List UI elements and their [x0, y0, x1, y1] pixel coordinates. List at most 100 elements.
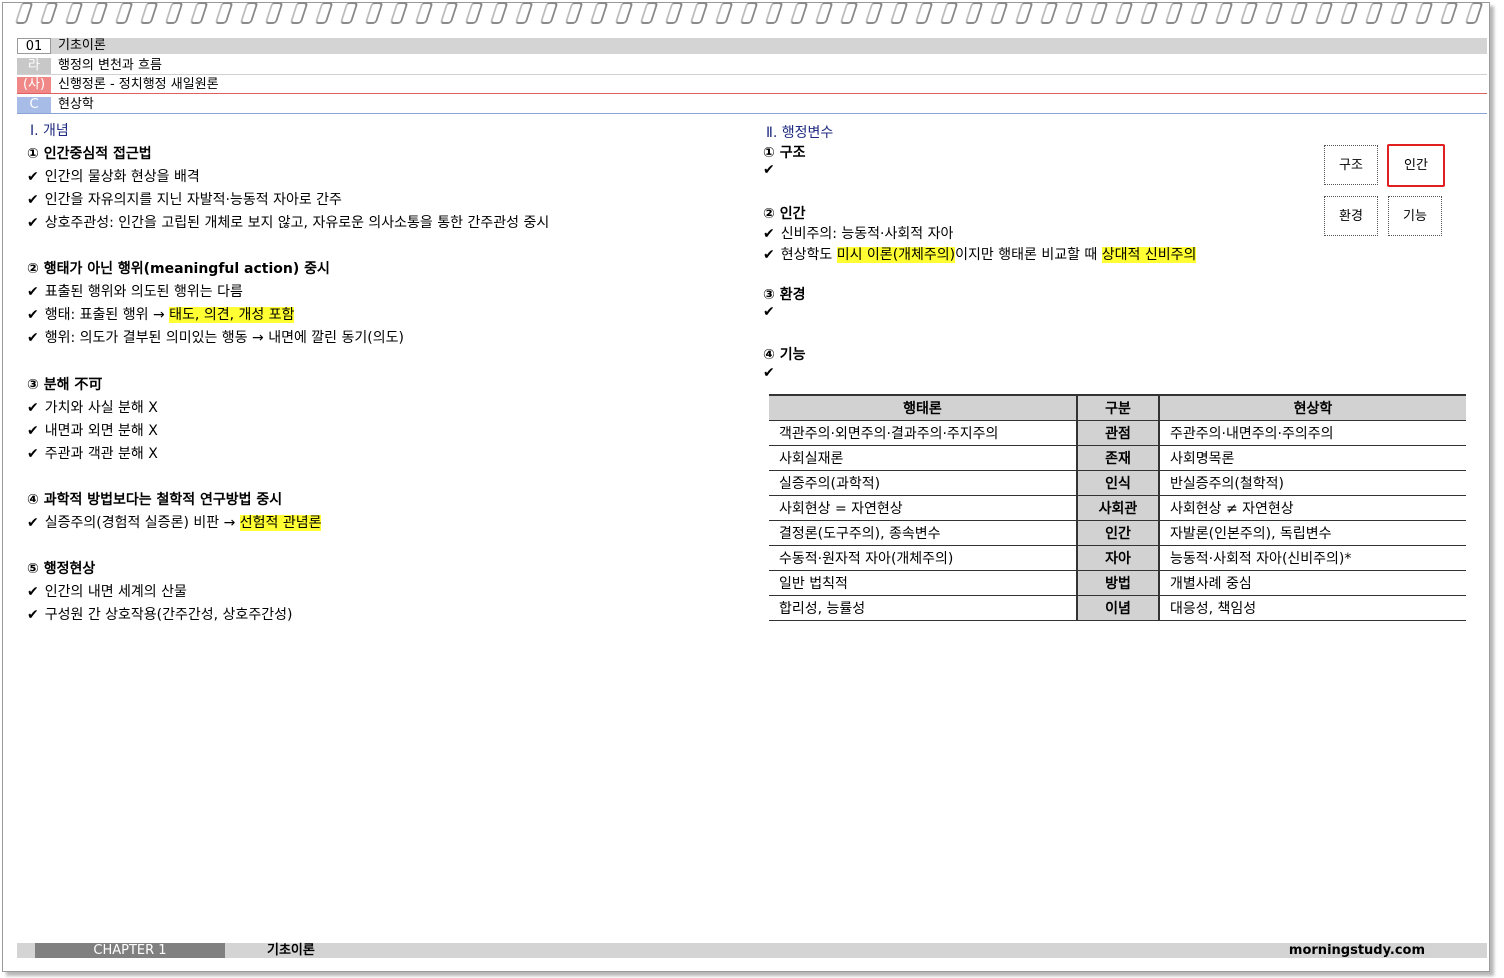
spiral-ring: [514, 2, 534, 24]
table-cell: 인간: [1076, 520, 1160, 546]
spiral-ring: [489, 2, 509, 24]
table-cell: 인식: [1076, 470, 1160, 496]
chapter-title: 기초이론: [58, 38, 106, 53]
header-row-topic: C 현상학: [17, 97, 1487, 114]
table-cell: 관점: [1076, 420, 1160, 446]
spiral-ring: [1314, 2, 1334, 24]
list-item: ✔ 인간의 물상화 현상을 배격: [27, 169, 200, 185]
spiral-ring: [1064, 2, 1084, 24]
header-row-section: (사) 신행정론 - 정치행정 새일원론: [17, 77, 1487, 94]
spiral-ring: [189, 2, 209, 24]
spiral-ring: [1014, 2, 1034, 24]
table-row: 일반 법칙적 방법 개별사례 중심: [769, 570, 1466, 596]
spiral-ring: [714, 2, 734, 24]
table-cell: 사회명목론: [1159, 445, 1466, 471]
list-item: ✔ 현상학도 미시 이론(개체주의)이지만 행태론 비교할 때 상대적 신비주의: [763, 247, 1197, 263]
box-function: 기능: [1388, 196, 1442, 236]
check-icon: ✔: [27, 400, 39, 416]
comparison-table: 행태론 구분 현상학 객관주의·외면주의·결과주의·주지주의 관점 주관주의·내면주…: [769, 394, 1466, 621]
check-icon: ✔: [763, 162, 775, 178]
spiral-ring: [1389, 2, 1409, 24]
spiral-ring: [989, 2, 1009, 24]
check-icon: ✔: [27, 330, 39, 346]
spiral-ring: [614, 2, 634, 24]
spiral-ring: [964, 2, 984, 24]
group-title: ④ 과학적 방법보다는 철학적 연구방법 중시: [27, 492, 283, 508]
table-cell: 반실증주의(철학적): [1159, 470, 1466, 496]
list-item: ✔ 가치와 사실 분해 X: [27, 400, 158, 416]
table-cell: 사회실재론: [769, 445, 1077, 471]
variables-section-title: Ⅱ. 행정변수: [766, 125, 834, 141]
table-cell: 이념: [1076, 595, 1160, 621]
table-row: 수동적·원자적 자아(개체주의) 자아 능동적·사회적 자아(신비주의)*: [769, 545, 1466, 571]
table-cell: 사회관: [1076, 495, 1160, 521]
spiral-ring: [39, 2, 59, 24]
check-icon: ✔: [27, 192, 39, 208]
column-header: 구분: [1076, 394, 1160, 421]
check-icon: ✔: [763, 247, 775, 263]
group-title: ① 인간중심적 접근법: [27, 146, 152, 162]
spiral-ring: [1264, 2, 1284, 24]
spiral-ring: [1089, 2, 1109, 24]
spiral-ring: [1114, 2, 1134, 24]
box-structure: 구조: [1324, 145, 1378, 185]
spiral-ring: [464, 2, 484, 24]
spiral-ring: [414, 2, 434, 24]
box-environment: 환경: [1324, 196, 1378, 236]
header-row-chapter: 01 기초이론: [17, 38, 1487, 54]
group-title: ② 인간: [763, 206, 806, 222]
spiral-ring: [389, 2, 409, 24]
table-cell: 실증주의(과학적): [769, 470, 1077, 496]
table-cell: 사회현상 ≠ 자연현상: [1159, 495, 1466, 521]
spiral-ring: [289, 2, 309, 24]
header-row-part: 라 행정의 변천과 흐름: [17, 58, 1487, 75]
list-item: ✔: [763, 304, 781, 320]
table-cell: 대응성, 책임성: [1159, 595, 1466, 621]
spiral-ring: [239, 2, 259, 24]
spiral-ring: [1464, 2, 1484, 24]
list-item: ✔ 상호주관성: 인간을 고립된 개체로 보지 않고, 자유로운 의사소통을 통한…: [27, 215, 550, 231]
section-title: 신행정론 - 정치행정 새일원론: [58, 77, 219, 92]
spiral-ring: [1414, 2, 1434, 24]
spiral-ring: [264, 2, 284, 24]
section-tag: (사): [17, 77, 51, 93]
spiral-ring: [664, 2, 684, 24]
spiral-ring: [139, 2, 159, 24]
spiral-ring: [314, 2, 334, 24]
spiral-ring: [164, 2, 184, 24]
table-row: 합리성, 능률성 이념 대응성, 책임성: [769, 595, 1466, 621]
footer-chapter: CHAPTER 1: [35, 943, 225, 958]
spiral-ring: [764, 2, 784, 24]
spiral-ring: [1189, 2, 1209, 24]
spiral-ring: [914, 2, 934, 24]
check-icon: ✔: [27, 423, 39, 439]
list-item: ✔: [763, 365, 781, 381]
group-title: ④ 기능: [763, 347, 806, 363]
table-cell: 개별사례 중심: [1159, 570, 1466, 596]
check-icon: ✔: [763, 304, 775, 320]
part-tag: 라: [17, 58, 51, 74]
list-item: ✔ 내면과 외면 분해 X: [27, 423, 158, 439]
spiral-ring: [689, 2, 709, 24]
check-icon: ✔: [27, 284, 39, 300]
spiral-ring: [114, 2, 134, 24]
table-cell: 객관주의·외면주의·결과주의·주지주의: [769, 420, 1077, 446]
spiral-ring: [564, 2, 584, 24]
page-footer: CHAPTER 1 기초이론 morningstudy.com: [17, 943, 1487, 958]
topic-title: 현상학: [58, 97, 94, 112]
spiral-ring: [1214, 2, 1234, 24]
group-title: ③ 환경: [763, 287, 806, 303]
list-item: ✔ 실증주의(경험적 실증론) 비판 → 선험적 관념론: [27, 515, 322, 531]
group-title: ⑤ 행정현상: [27, 561, 96, 577]
spiral-ring: [64, 2, 84, 24]
table-row: 사회실재론 존재 사회명목론: [769, 445, 1466, 471]
chapter-number: 01: [17, 38, 51, 54]
list-item: ✔ 행태: 표출된 행위 → 태도, 의견, 개성 포함: [27, 307, 295, 323]
topic-tag: C: [17, 97, 51, 113]
check-icon: ✔: [27, 307, 39, 323]
table-cell: 수동적·원자적 자아(개체주의): [769, 545, 1077, 571]
table-cell: 결정론(도구주의), 종속변수: [769, 520, 1077, 546]
list-item: ✔ 표출된 행위와 의도된 행위는 다름: [27, 284, 243, 300]
spiral-ring: [439, 2, 459, 24]
highlight: 태도, 의견, 개성 포함: [169, 307, 295, 323]
